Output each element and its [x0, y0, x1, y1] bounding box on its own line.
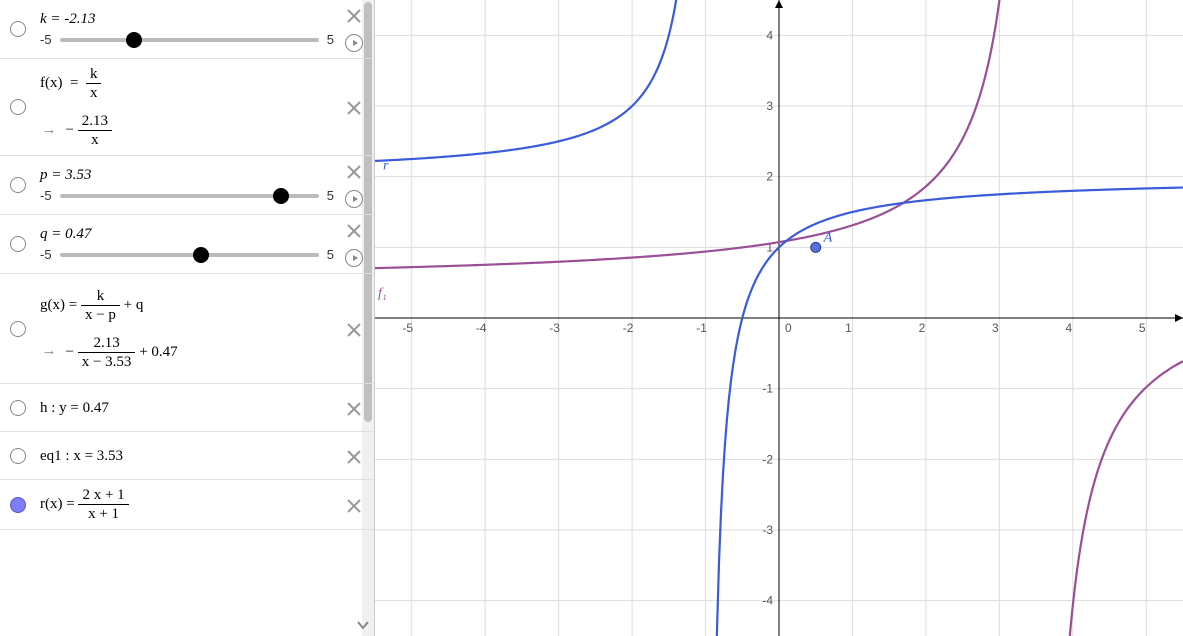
- slider-label-q: q = 0.47: [40, 226, 334, 243]
- close-icon[interactable]: [346, 164, 362, 180]
- slider-max: 5: [327, 32, 334, 47]
- svg-text:0: 0: [785, 321, 792, 335]
- svg-text:5: 5: [1139, 321, 1146, 335]
- svg-text:4: 4: [1065, 321, 1072, 335]
- row-slider-p: p = 3.53 -5 5: [0, 156, 374, 215]
- svg-text:2: 2: [766, 170, 773, 184]
- slider-max: 5: [327, 247, 334, 262]
- svg-text:-2: -2: [762, 452, 773, 466]
- algebra-panel: k = -2.13 -5 5 f(x) = kx → − 2.13x: [0, 0, 375, 636]
- svg-text:r: r: [383, 159, 389, 174]
- slider-min: -5: [40, 247, 52, 262]
- visibility-toggle-h[interactable]: [4, 400, 32, 416]
- close-icon[interactable]: [346, 100, 362, 116]
- visibility-toggle-r[interactable]: [4, 497, 32, 513]
- svg-text:3: 3: [766, 99, 773, 113]
- svg-text:4: 4: [766, 28, 773, 42]
- close-icon[interactable]: [346, 401, 362, 417]
- row-formula-f: f(x) = kx → − 2.13x: [0, 59, 374, 156]
- slider-q[interactable]: [60, 253, 319, 257]
- play-icon[interactable]: [345, 190, 363, 208]
- slider-max: 5: [327, 188, 334, 203]
- row-h: h : y = 0.47: [0, 384, 374, 432]
- svg-text:-2: -2: [623, 321, 634, 335]
- graph-view[interactable]: -5-4-3-2-1012345-4-3-2-11234Arf₁: [375, 0, 1183, 636]
- formula-r-definition: r(x) = 2 x + 1x + 1: [40, 486, 334, 523]
- visibility-toggle-f[interactable]: [4, 99, 32, 115]
- formula-eq1: eq1 : x = 3.53: [40, 447, 334, 465]
- formula-g-definition: g(x) = kx − p + q: [40, 287, 334, 324]
- visibility-toggle-g[interactable]: [4, 321, 32, 337]
- svg-text:A: A: [823, 230, 833, 245]
- svg-text:-1: -1: [696, 321, 707, 335]
- slider-min: -5: [40, 32, 52, 47]
- close-icon[interactable]: [346, 223, 362, 239]
- formula-g-expanded: → − 2.13x − 3.53 + 0.47: [40, 334, 334, 371]
- close-icon[interactable]: [346, 322, 362, 338]
- svg-text:-4: -4: [762, 594, 773, 608]
- row-slider-q: q = 0.47 -5 5: [0, 215, 374, 274]
- svg-text:f₁: f₁: [378, 286, 387, 301]
- svg-text:1: 1: [845, 321, 852, 335]
- chevron-down-icon[interactable]: [356, 618, 370, 632]
- svg-text:2: 2: [919, 321, 926, 335]
- graph-canvas: -5-4-3-2-1012345-4-3-2-11234Arf₁: [375, 0, 1183, 636]
- row-slider-k: k = -2.13 -5 5: [0, 0, 374, 59]
- visibility-toggle-eq1[interactable]: [4, 448, 32, 464]
- slider-p[interactable]: [60, 194, 319, 198]
- visibility-toggle-q[interactable]: [4, 236, 32, 252]
- formula-f-definition: f(x) = kx: [40, 65, 334, 102]
- visibility-toggle-k[interactable]: [4, 21, 32, 37]
- row-formula-g: g(x) = kx − p + q → − 2.13x − 3.53 + 0.4…: [0, 274, 374, 384]
- play-icon[interactable]: [345, 34, 363, 52]
- slider-label-p: p = 3.53: [40, 167, 334, 184]
- close-icon[interactable]: [346, 449, 362, 465]
- svg-text:-3: -3: [762, 523, 773, 537]
- svg-text:-1: -1: [762, 382, 773, 396]
- play-icon[interactable]: [345, 249, 363, 267]
- svg-text:-3: -3: [549, 321, 560, 335]
- svg-text:-5: -5: [402, 321, 413, 335]
- slider-label-k: k = -2.13: [40, 11, 334, 28]
- svg-text:3: 3: [992, 321, 999, 335]
- slider-min: -5: [40, 188, 52, 203]
- close-icon[interactable]: [346, 8, 362, 24]
- close-icon[interactable]: [346, 498, 362, 514]
- row-formula-r: r(x) = 2 x + 1x + 1: [0, 480, 374, 530]
- formula-h: h : y = 0.47: [40, 399, 334, 417]
- svg-text:-4: -4: [476, 321, 487, 335]
- formula-f-expanded: → − 2.13x: [40, 112, 334, 149]
- slider-k[interactable]: [60, 38, 319, 42]
- visibility-toggle-p[interactable]: [4, 177, 32, 193]
- row-eq1: eq1 : x = 3.53: [0, 432, 374, 480]
